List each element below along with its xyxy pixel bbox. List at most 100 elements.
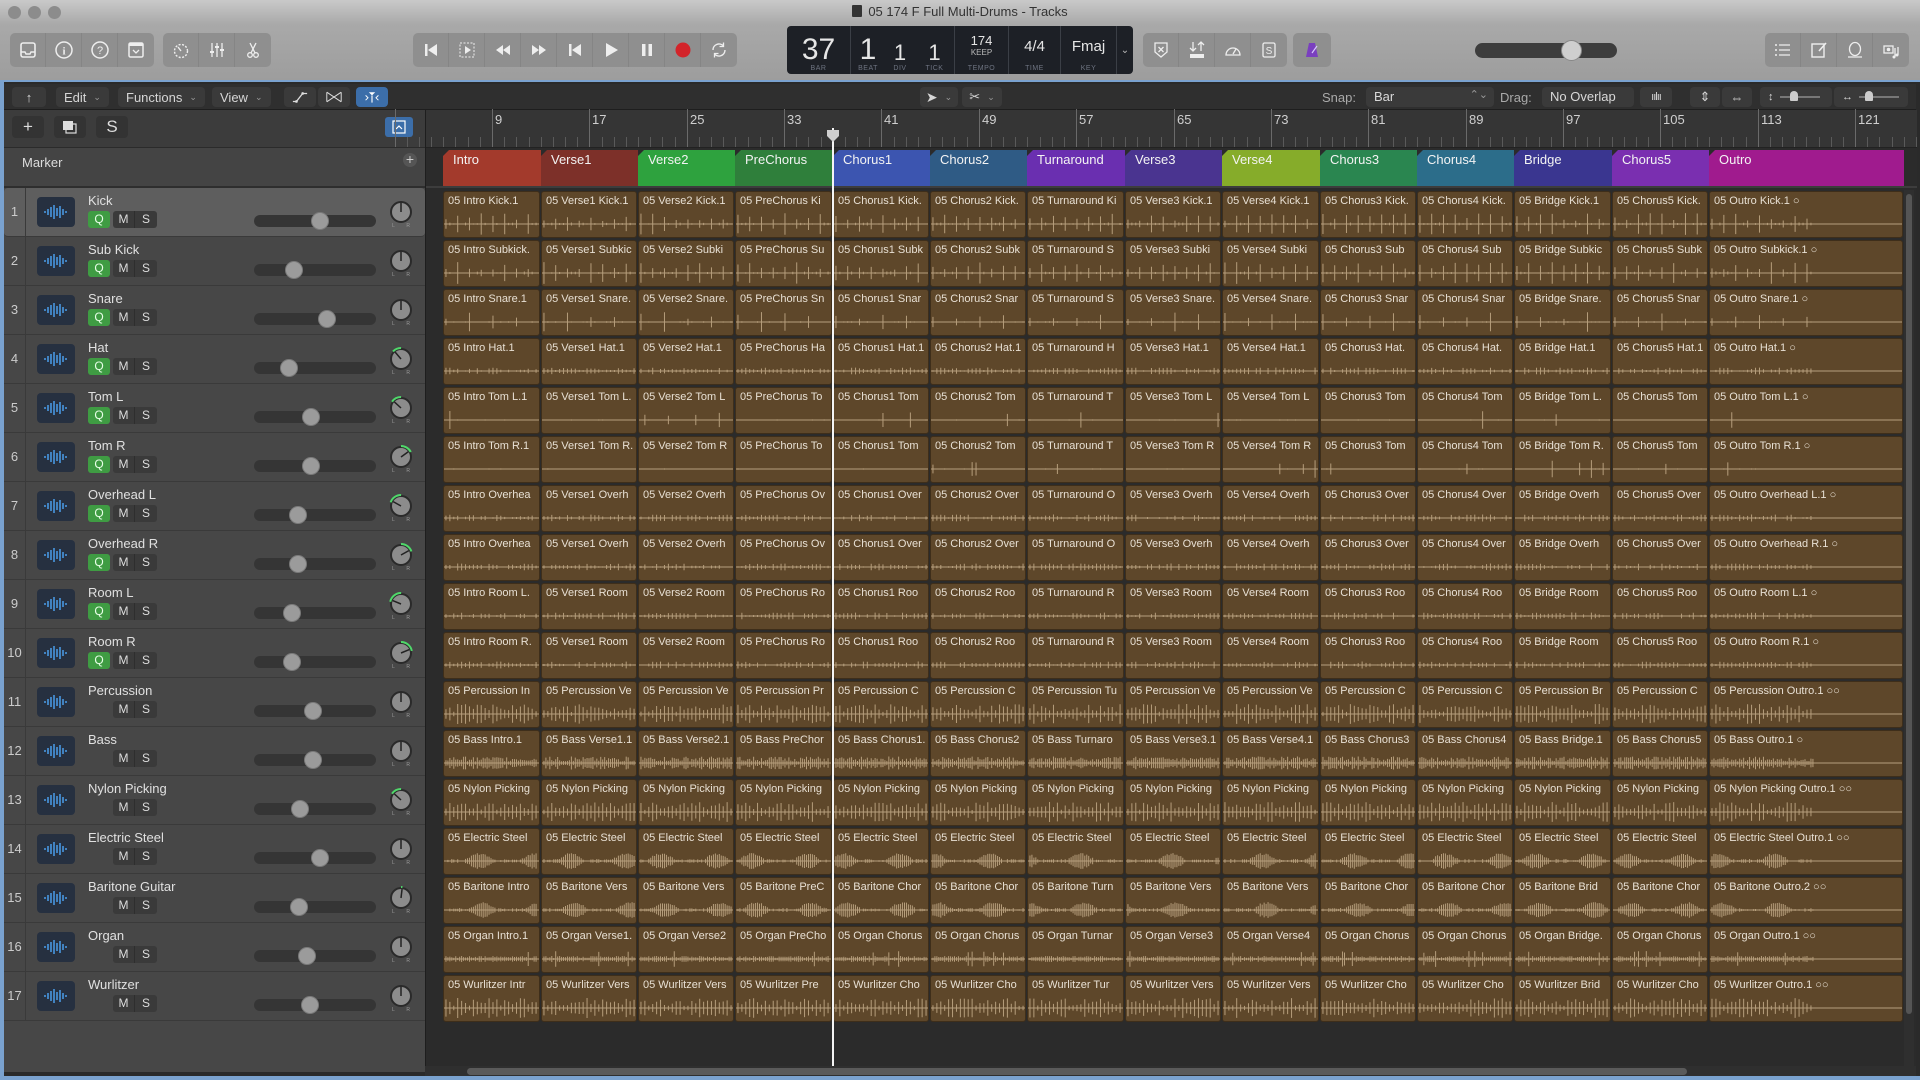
- audio-region[interactable]: 05 Turnaround S: [1027, 240, 1124, 287]
- audio-region[interactable]: 05 Bass Intro.1: [443, 730, 540, 777]
- volume-fader-knob[interactable]: [304, 751, 322, 769]
- audio-region[interactable]: 05 Chorus2 Tom: [930, 436, 1026, 483]
- audio-region[interactable]: 05 Organ Intro.1: [443, 926, 540, 973]
- audio-region[interactable]: 05 PreChorus Ha: [735, 338, 832, 385]
- audio-region[interactable]: 05 PreChorus Ro: [735, 632, 832, 679]
- audio-region[interactable]: 05 Chorus3 Over: [1320, 485, 1416, 532]
- audio-region[interactable]: 05 Intro Overhea: [443, 485, 540, 532]
- audio-region[interactable]: 05 Organ Verse2: [638, 926, 734, 973]
- audio-region[interactable]: 05 Electric Steel: [833, 828, 929, 875]
- quick-swipe-comping-button[interactable]: Q: [88, 554, 110, 571]
- audio-region[interactable]: 05 Bridge Snare.: [1514, 289, 1611, 336]
- audio-region[interactable]: 05 Wurlitzer Cho: [1417, 975, 1513, 1022]
- volume-fader-knob[interactable]: [289, 506, 307, 524]
- audio-region[interactable]: 05 Baritone Vers: [541, 877, 637, 924]
- go-to-beginning-button[interactable]: [413, 33, 449, 67]
- audio-region[interactable]: 05 Verse4 Overh: [1222, 534, 1319, 581]
- audio-region[interactable]: 05 Chorus1 Tom: [833, 436, 929, 483]
- toolbar-button[interactable]: [118, 33, 154, 67]
- pan-knob[interactable]: LR: [388, 885, 414, 915]
- volume-fader[interactable]: [254, 947, 376, 965]
- audio-region[interactable]: 05 Verse3 Hat.1: [1125, 338, 1221, 385]
- audio-region[interactable]: 05 Verse2 Room: [638, 632, 734, 679]
- audio-region[interactable]: 05 Organ Verse3: [1125, 926, 1221, 973]
- audio-region[interactable]: 05 Bass Chorus3: [1320, 730, 1416, 777]
- track-name[interactable]: Organ: [88, 928, 124, 943]
- mute-button[interactable]: M: [113, 799, 135, 816]
- audio-region[interactable]: 05 Percussion C: [1612, 681, 1708, 728]
- audio-region[interactable]: 05 Chorus2 Over: [930, 485, 1026, 532]
- audio-region[interactable]: 05 Chorus1 Hat.1: [833, 338, 929, 385]
- audio-region[interactable]: 05 Verse2 Hat.1: [638, 338, 734, 385]
- volume-fader[interactable]: [254, 506, 376, 524]
- volume-fader-knob[interactable]: [290, 898, 308, 916]
- audio-region[interactable]: 05 Nylon Picking: [1612, 779, 1708, 826]
- audio-region[interactable]: 05 Verse2 Tom L: [638, 387, 734, 434]
- audio-region[interactable]: 05 Intro Room R.: [443, 632, 540, 679]
- audio-region[interactable]: 05 Chorus2 Hat.1: [930, 338, 1026, 385]
- audio-region[interactable]: 05 Bass Chorus4: [1417, 730, 1513, 777]
- media-browser-button[interactable]: [1873, 33, 1909, 67]
- audio-region[interactable]: 05 Wurlitzer Tur: [1027, 975, 1124, 1022]
- volume-fader-knob[interactable]: [280, 359, 298, 377]
- secondary-tool-menu[interactable]: ✂ ⌄: [962, 87, 1002, 107]
- audio-region[interactable]: 05 Chorus3 Snar: [1320, 289, 1416, 336]
- audio-region[interactable]: 05 Wurlitzer Brid: [1514, 975, 1611, 1022]
- vertical-fit-button[interactable]: ⇕: [1690, 87, 1720, 107]
- audio-region[interactable]: 05 Chorus3 Hat.: [1320, 338, 1416, 385]
- mute-button[interactable]: M: [113, 750, 135, 767]
- audio-region[interactable]: 05 Organ Chorus: [930, 926, 1026, 973]
- audio-region[interactable]: 05 Verse2 Kick.1: [638, 191, 734, 238]
- track-header[interactable]: 3 Snare Q M S L R: [4, 286, 425, 335]
- inspector-button[interactable]: i: [46, 33, 82, 67]
- horizontal-scrollbar-thumb[interactable]: [467, 1068, 1687, 1075]
- pan-knob[interactable]: LR: [388, 787, 414, 817]
- track-header[interactable]: 17 Wurlitzer M S L R: [4, 972, 425, 1021]
- library-button[interactable]: [10, 33, 46, 67]
- audio-region[interactable]: 05 Chorus4 Snar: [1417, 289, 1513, 336]
- audio-region[interactable]: 05 Chorus1 Roo: [833, 583, 929, 630]
- audio-region[interactable]: 05 Chorus5 Snar: [1612, 289, 1708, 336]
- audio-region[interactable]: 05 Nylon Picking: [1417, 779, 1513, 826]
- track-header[interactable]: 13 Nylon Picking M S L R: [4, 776, 425, 825]
- quick-swipe-comping-button[interactable]: Q: [88, 603, 110, 620]
- audio-region[interactable]: 05 Verse2 Room: [638, 583, 734, 630]
- audio-region[interactable]: 05 Bass Verse2.1: [638, 730, 734, 777]
- audio-region[interactable]: 05 Outro Overhead L.1 ○: [1709, 485, 1903, 532]
- audio-region[interactable]: 05 Outro Subkick.1 ○: [1709, 240, 1903, 287]
- horizontal-scrollbar[interactable]: [425, 1066, 1916, 1076]
- audio-region[interactable]: 05 Verse3 Overh: [1125, 485, 1221, 532]
- audio-region[interactable]: 05 Intro Room L.: [443, 583, 540, 630]
- mute-button[interactable]: M: [113, 309, 135, 326]
- global-solo-button[interactable]: S: [96, 116, 128, 138]
- mute-button[interactable]: M: [113, 505, 135, 522]
- audio-region[interactable]: 05 Chorus5 Tom: [1612, 436, 1708, 483]
- audio-region[interactable]: 05 Baritone Chor: [1417, 877, 1513, 924]
- mute-button[interactable]: M: [113, 456, 135, 473]
- audio-region[interactable]: 05 Baritone Chor: [1612, 877, 1708, 924]
- audio-region[interactable]: 05 Bridge Overh: [1514, 534, 1611, 581]
- waveform-zoom-button[interactable]: ıılıı: [1640, 87, 1672, 107]
- marker-verse4[interactable]: Verse4: [1222, 150, 1320, 186]
- vertical-scrollbar[interactable]: [1904, 190, 1914, 1070]
- track-header[interactable]: 12 Bass M S L R: [4, 727, 425, 776]
- lcd-key[interactable]: Fmaj KEY: [1061, 26, 1117, 74]
- track-header[interactable]: 16 Organ M S L R: [4, 923, 425, 972]
- marker-chorus2[interactable]: Chorus2: [930, 150, 1027, 186]
- volume-fader-knob[interactable]: [318, 310, 336, 328]
- volume-fader-knob[interactable]: [291, 800, 309, 818]
- solo-button[interactable]: S: [135, 407, 157, 424]
- marker-chorus1[interactable]: Chorus1: [833, 150, 930, 186]
- mute-button[interactable]: M: [113, 995, 135, 1012]
- audio-region[interactable]: 05 Wurlitzer Vers: [1222, 975, 1319, 1022]
- audio-region[interactable]: 05 Verse3 Subki: [1125, 240, 1221, 287]
- marker-chorus3[interactable]: Chorus3: [1320, 150, 1417, 186]
- quick-swipe-comping-button[interactable]: Q: [88, 358, 110, 375]
- audio-region[interactable]: 05 Chorus1 Tom: [833, 387, 929, 434]
- solo-button[interactable]: S: [135, 358, 157, 375]
- track-name[interactable]: Sub Kick: [88, 242, 139, 257]
- audio-region[interactable]: 05 Bridge Kick.1: [1514, 191, 1611, 238]
- horizontal-zoom-thumb[interactable]: [1865, 91, 1873, 101]
- mixer-button[interactable]: [199, 33, 235, 67]
- audio-region[interactable]: 05 Verse1 Kick.1: [541, 191, 637, 238]
